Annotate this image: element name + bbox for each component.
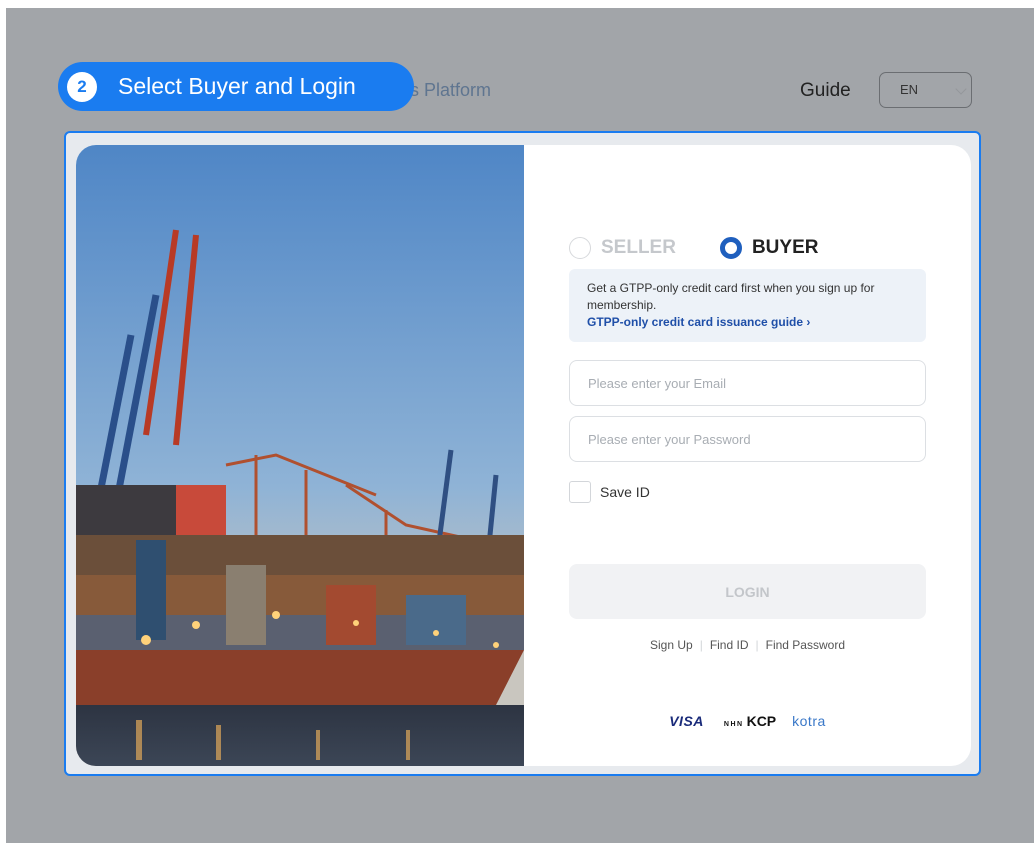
port-hero-image <box>76 145 524 766</box>
language-select[interactable]: EN <box>879 72 972 108</box>
kcp-text: KCP <box>746 713 777 729</box>
seller-radio[interactable] <box>569 237 591 259</box>
link-separator: | <box>755 638 759 652</box>
chevron-right-icon: › <box>806 315 811 329</box>
notice-text: Get a GTPP-only credit card first when y… <box>587 281 875 312</box>
save-id-label[interactable]: Save ID <box>600 484 650 500</box>
step-callout: 2 Select Buyer and Login <box>58 62 414 111</box>
sign-up-link[interactable]: Sign Up <box>650 638 693 652</box>
issuance-guide-label: GTPP-only credit card issuance guide <box>587 315 804 329</box>
buyer-radio[interactable] <box>719 237 742 259</box>
nhn-text: NHN <box>723 721 744 728</box>
issuance-guide-link[interactable]: GTPP-only credit card issuance guide › <box>587 315 908 329</box>
link-separator: | <box>699 638 703 652</box>
login-button[interactable]: LOGIN <box>569 564 926 619</box>
nhn-kcp-logo: NHN KCP <box>724 713 776 729</box>
partner-logos: VISA NHN KCP kotra <box>569 713 926 729</box>
visa-logo: VISA <box>669 713 704 729</box>
find-password-link[interactable]: Find Password <box>766 638 845 652</box>
seller-label[interactable]: SELLER <box>601 237 676 259</box>
language-value: EN <box>900 82 919 97</box>
platform-title-fragment: s Platform <box>410 80 492 100</box>
password-input[interactable] <box>569 416 926 462</box>
account-links: Sign Up | Find ID | Find Password <box>569 638 926 652</box>
login-form: SELLER BUYER Get a GTPP-only credit card… <box>569 145 926 766</box>
chevron-down-icon <box>955 83 967 95</box>
step-label: Select Buyer and Login <box>118 73 356 99</box>
guide-link[interactable]: Guide <box>800 80 851 102</box>
step-number-badge: 2 <box>67 71 97 102</box>
email-input[interactable] <box>569 360 926 406</box>
save-id-checkbox[interactable] <box>569 481 591 503</box>
save-id-row: Save ID <box>569 481 650 503</box>
kotra-logo: kotra <box>792 713 826 729</box>
credit-card-notice: Get a GTPP-only credit card first when y… <box>569 269 926 342</box>
login-card: SELLER BUYER Get a GTPP-only credit card… <box>76 145 971 766</box>
find-id-link[interactable]: Find ID <box>710 638 749 652</box>
role-selector: SELLER BUYER <box>569 237 818 259</box>
buyer-label[interactable]: BUYER <box>752 237 819 259</box>
